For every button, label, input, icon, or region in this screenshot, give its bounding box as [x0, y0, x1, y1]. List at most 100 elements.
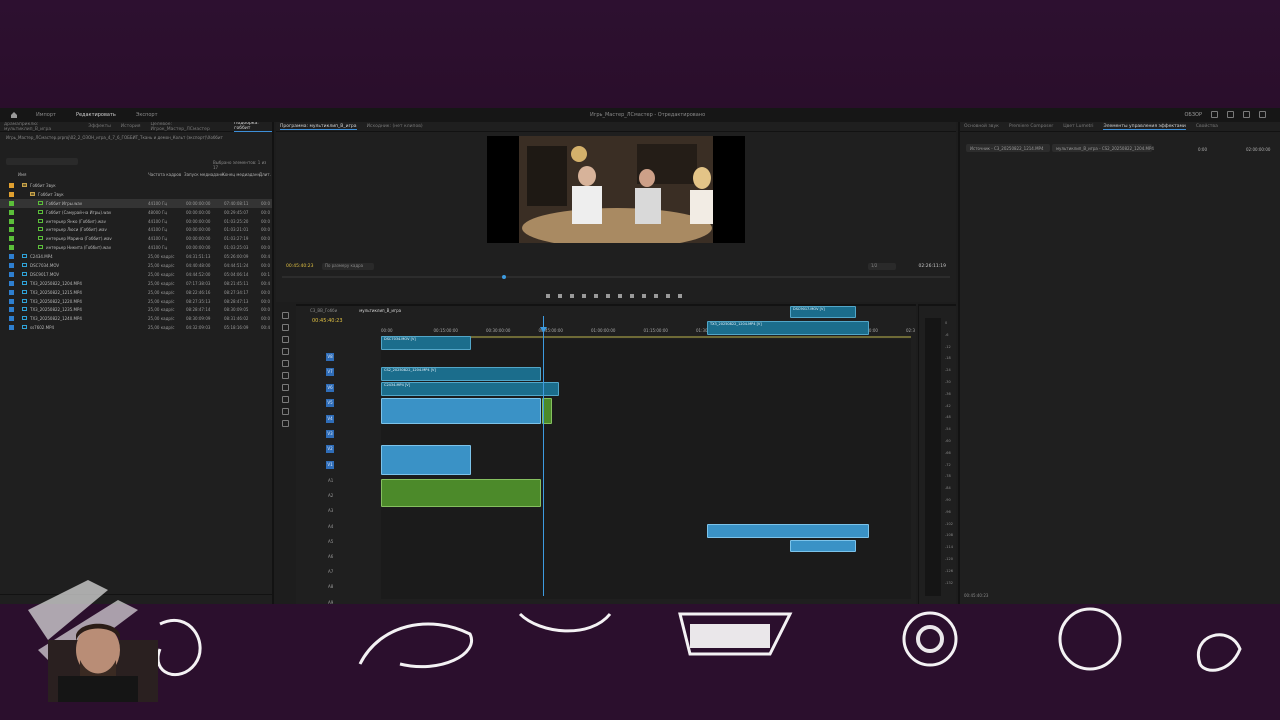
track-header-v6[interactable]: V6	[320, 381, 380, 395]
col-end[interactable]: Конец медиаданн.	[222, 172, 261, 177]
mode-edit[interactable]: Редактировать	[66, 112, 126, 118]
list-item[interactable]: TX3_20250822_1240.MP4 25,00 кадр/с 08:30:0…	[0, 314, 272, 323]
tab-essential-sound[interactable]: Основной звук	[964, 124, 999, 129]
fit-dropdown[interactable]: По размеру кадра	[322, 263, 374, 270]
list-item[interactable]: интерьер Люси (Гоббит).wav 44100 Гц 00:00:…	[0, 225, 272, 234]
track-target-button[interactable]: V7	[326, 368, 334, 377]
label-color-swatch[interactable]	[9, 209, 14, 215]
tab-premiere-composer[interactable]: Premiere Composer	[1009, 124, 1053, 129]
track-target-button[interactable]: V1	[326, 460, 334, 469]
quality-dropdown[interactable]: 1/2	[868, 263, 896, 270]
export-frame-icon[interactable]	[666, 294, 670, 298]
tab-bin[interactable]: Подборка: гоббит	[234, 122, 272, 132]
lift-icon[interactable]	[642, 294, 646, 298]
slip-tool-icon[interactable]	[282, 360, 289, 367]
hand-tool-icon[interactable]	[282, 396, 289, 403]
video-clip[interactable]: CS2_20250822_1204.MP4 [V]	[381, 367, 541, 381]
list-item[interactable]: DSC7034.MOV 25,00 кадр/с 04:40:48:00 04:44:…	[0, 261, 272, 270]
track-header-v3[interactable]: V3	[320, 427, 380, 441]
tab-target[interactable]: Целевое: Игрок_Мастер_ЛСмастер	[150, 122, 224, 132]
track-target-button[interactable]: V4	[326, 414, 334, 423]
list-item[interactable]: интерьер Марина (Гоббит).wav 44100 Гц 00:0…	[0, 234, 272, 243]
label-color-swatch[interactable]	[9, 280, 14, 286]
track-header-a7[interactable]: A7	[320, 565, 380, 579]
list-item[interactable]: интерьер Никита (Гоббит).wav 44100 Гц 00:0…	[0, 243, 272, 252]
track-target-button[interactable]: V2	[326, 445, 334, 454]
mark-in-icon[interactable]	[558, 294, 562, 298]
list-item[interactable]: интерьер Янко (Гоббит).wav 44100 Гц 00:00:…	[0, 217, 272, 226]
track-header-v1[interactable]: V1	[320, 458, 380, 472]
fullscreen-icon[interactable]	[1227, 111, 1234, 118]
label-color-swatch[interactable]	[9, 298, 14, 304]
track-target-button[interactable]: V6	[326, 383, 334, 392]
track-header-v8[interactable]: V8	[320, 350, 380, 364]
label-color-swatch[interactable]	[9, 325, 14, 331]
audio-clip[interactable]	[790, 540, 856, 552]
track-header-v4[interactable]: V4	[320, 412, 380, 426]
mode-export[interactable]: Экспорт	[126, 112, 168, 118]
help-icon[interactable]	[1259, 111, 1266, 118]
label-color-swatch[interactable]	[9, 191, 14, 197]
label-color-swatch[interactable]	[9, 263, 14, 269]
mode-import[interactable]: Импорт	[26, 112, 66, 118]
track-header-v5[interactable]: V5	[320, 396, 380, 410]
tab-source[interactable]: драмаприклю: мультиклип_В_игра	[4, 122, 78, 132]
list-item[interactable]: TX3_20250822_1220.MP4 25,00 кадр/с 08:27:3…	[0, 297, 272, 306]
share-icon[interactable]	[1211, 111, 1218, 118]
pen-tool-icon[interactable]	[282, 372, 289, 379]
track-header-a6[interactable]: A6	[320, 550, 380, 564]
tab-history[interactable]: История	[121, 124, 141, 129]
label-color-swatch[interactable]	[9, 307, 14, 313]
track-header-a2[interactable]: A2	[320, 489, 380, 503]
track-header-v2[interactable]: V2	[320, 442, 380, 456]
col-dur[interactable]: Длит.	[259, 172, 271, 177]
program-scrub-bar[interactable]	[282, 274, 950, 280]
col-name[interactable]: Имя	[18, 172, 26, 177]
razor-tool-icon[interactable]	[282, 348, 289, 355]
track-header-v7[interactable]: V7	[320, 365, 380, 379]
track-target-button[interactable]: V8	[326, 353, 334, 361]
tab-sequence-1[interactable]: С3_ВВ_Гобби	[310, 308, 337, 313]
track-header-a5[interactable]: A5	[320, 535, 380, 549]
label-color-swatch[interactable]	[9, 236, 14, 242]
track-header-a8[interactable]: A8	[320, 580, 380, 594]
video-frame[interactable]	[487, 136, 745, 243]
marker-icon[interactable]	[546, 294, 550, 298]
selection-tool-icon[interactable]	[282, 312, 289, 319]
program-timecode[interactable]: 00:45:40:23	[286, 264, 313, 269]
go-to-out-icon[interactable]	[630, 294, 634, 298]
ripple-edit-tool-icon[interactable]	[282, 336, 289, 343]
track-header-a9[interactable]: A9	[320, 596, 380, 604]
audio-clip[interactable]	[707, 524, 869, 538]
go-to-in-icon[interactable]	[582, 294, 586, 298]
tab-program[interactable]: Программа: мультиклип_В_игра	[280, 124, 357, 130]
col-start[interactable]: Запуск медиаданн.	[184, 172, 225, 177]
sync-icon[interactable]	[1243, 111, 1250, 118]
play-icon[interactable]	[606, 294, 610, 298]
playhead[interactable]	[543, 316, 544, 596]
review-label[interactable]: ОБЗОР	[1184, 112, 1202, 118]
label-color-swatch[interactable]	[9, 200, 14, 206]
rectangle-tool-icon[interactable]	[282, 384, 289, 391]
audio-clip[interactable]	[381, 479, 541, 507]
col-fps[interactable]: Частота кадров	[148, 172, 181, 177]
track-header-a3[interactable]: A3	[320, 504, 380, 518]
list-item[interactable]: DSC9017.MOV 25,00 кадр/с 04:44:52:00 05:04:…	[0, 270, 272, 279]
mark-out-icon[interactable]	[570, 294, 574, 298]
list-item[interactable]: C2434.MP4 25,00 кадр/с 04:31:51:13 05:26:00…	[0, 252, 272, 261]
source-clip-selector[interactable]: Источник - C3_20250822_1214.MP4	[966, 144, 1050, 152]
video-clip[interactable]: DSC9017.MOV [V]	[790, 306, 856, 318]
extract-icon[interactable]	[654, 294, 658, 298]
tab-lumetri[interactable]: Цвет Lumetri	[1063, 124, 1093, 129]
tab-source-monitor[interactable]: Исходник: (нет клипов)	[367, 124, 423, 129]
label-color-swatch[interactable]	[9, 218, 14, 224]
label-color-swatch[interactable]	[9, 183, 14, 188]
track-header-a4[interactable]: A4	[320, 520, 380, 534]
label-color-swatch[interactable]	[9, 227, 14, 233]
type-tool-icon[interactable]	[282, 408, 289, 415]
list-item[interactable]: Гоббит Звук	[0, 181, 272, 190]
tab-effects[interactable]: Эффекты	[88, 124, 111, 129]
video-clip[interactable]: C2434.MP4 [V]	[381, 382, 559, 396]
label-color-swatch[interactable]	[9, 271, 14, 277]
audio-clip[interactable]	[381, 398, 541, 424]
